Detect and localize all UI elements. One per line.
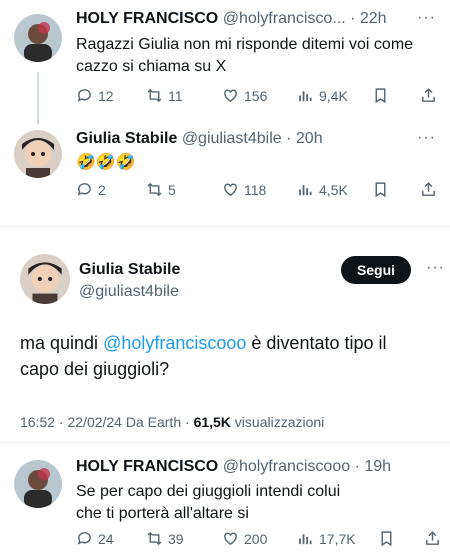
- more-options-icon[interactable]: ···: [426, 259, 445, 277]
- reply-icon: [77, 183, 91, 196]
- tweet-text-part: ma quindi: [20, 333, 104, 353]
- bookmark-button[interactable]: [372, 87, 389, 104]
- reply-button[interactable]: 12: [76, 87, 114, 104]
- reply-count: 2: [98, 181, 106, 198]
- share-icon: [422, 88, 435, 102]
- bookmark-button[interactable]: [378, 530, 395, 547]
- reply-icon: [77, 532, 91, 545]
- views-button[interactable]: 17,7K: [297, 530, 356, 547]
- like-count: 118: [244, 181, 267, 198]
- bookmark-button[interactable]: [372, 181, 389, 198]
- retweet-count: 39: [168, 530, 184, 547]
- like-button[interactable]: 200: [222, 530, 267, 547]
- tweet-header: Giulia Stabile @giuliast4bile · 20h: [76, 130, 323, 148]
- retweet-button[interactable]: 5: [146, 181, 176, 198]
- mention-link[interactable]: @holyfranciscooo: [103, 333, 246, 353]
- main-tweet-text: ma quindi @holyfranciscooo è diventato t…: [20, 330, 430, 382]
- avatar-giulia-stabile[interactable]: [14, 130, 62, 178]
- bookmark-icon: [375, 182, 386, 198]
- views-total: 61,5K: [193, 414, 231, 430]
- views-count: 9,4K: [319, 87, 348, 104]
- views-count: 17,7K: [319, 530, 356, 547]
- tweet-time[interactable]: · 19h: [355, 458, 391, 475]
- views-label: visualizzazioni: [230, 414, 325, 430]
- more-options-icon[interactable]: ···: [417, 9, 436, 27]
- avatar-giulia-stabile-main[interactable]: [20, 254, 70, 304]
- bookmark-icon: [375, 88, 386, 104]
- tweet-header: HOLY FRANCISCO @holyfrancisco... · 22h: [76, 10, 387, 28]
- divider: [0, 226, 450, 227]
- like-count: 200: [244, 530, 268, 547]
- divider: [0, 442, 450, 443]
- views-icon: [299, 185, 312, 196]
- user-handle[interactable]: @holyfranciscooo: [223, 458, 350, 475]
- share-button[interactable]: [420, 181, 437, 198]
- retweet-icon: [147, 88, 162, 103]
- like-button[interactable]: 118: [222, 181, 266, 198]
- tweet-meta: 16:52 · 22/02/24 Da Earth · 61,5K visual…: [20, 414, 324, 430]
- avatar-holy-francisco[interactable]: [14, 14, 62, 62]
- user-handle[interactable]: @giuliast4bile: [182, 130, 282, 147]
- bookmark-icon: [381, 531, 392, 547]
- reply-count: 24: [98, 530, 114, 547]
- retweet-button[interactable]: 11: [146, 87, 183, 104]
- tweet-text: Se per capo dei giuggioli intendi colui …: [76, 483, 341, 522]
- retweet-icon: [147, 531, 162, 546]
- views-button[interactable]: 9,4K: [297, 87, 348, 104]
- like-count: 156: [244, 87, 268, 104]
- heart-icon: [224, 89, 237, 103]
- views-button[interactable]: 4,5K: [297, 181, 348, 198]
- user-handle[interactable]: @giuliast4bile: [79, 281, 180, 303]
- user-handle[interactable]: @holyfrancisco...: [223, 10, 346, 27]
- tweet-time[interactable]: · 22h: [350, 10, 386, 27]
- views-count: 4,5K: [319, 181, 348, 198]
- timestamp-source[interactable]: 16:52 · 22/02/24 Da Earth ·: [20, 414, 194, 430]
- share-icon: [426, 531, 439, 545]
- retweet-icon: [147, 182, 162, 197]
- reply-count: 12: [98, 87, 114, 104]
- retweet-count: 5: [168, 181, 176, 198]
- tweet-text: 🤣🤣🤣: [76, 154, 136, 171]
- retweet-button[interactable]: 39: [146, 530, 184, 547]
- tweet-time[interactable]: · 20h: [286, 130, 322, 147]
- share-button[interactable]: [420, 87, 437, 104]
- tweet-header: HOLY FRANCISCO @holyfranciscooo · 19h: [76, 458, 391, 476]
- display-name[interactable]: Giulia Stabile: [79, 259, 180, 281]
- reply-button[interactable]: 24: [76, 530, 114, 547]
- main-tweet-header: Giulia Stabile @giuliast4bile: [79, 259, 180, 303]
- retweet-count: 11: [168, 87, 183, 104]
- share-button[interactable]: [424, 530, 441, 547]
- tweet-text: Ragazzi Giulia non mi risponde ditemi vo…: [76, 36, 414, 75]
- tweet-actions: 24 39 200 17,7K: [0, 530, 450, 552]
- heart-icon: [224, 532, 237, 546]
- avatar-holy-francisco-reply[interactable]: [14, 460, 62, 508]
- tweet-actions: 12 11 156 9,4K: [0, 87, 450, 109]
- display-name[interactable]: Giulia Stabile: [76, 130, 177, 147]
- display-name[interactable]: HOLY FRANCISCO: [76, 10, 218, 27]
- share-icon: [422, 182, 435, 196]
- more-options-icon[interactable]: ···: [417, 129, 436, 147]
- like-button[interactable]: 156: [222, 87, 267, 104]
- views-icon: [299, 534, 312, 545]
- tweet-actions: 2 5 118 4,5K: [0, 181, 450, 203]
- heart-icon: [224, 183, 237, 197]
- follow-button[interactable]: Segui: [341, 256, 411, 284]
- views-icon: [299, 91, 312, 102]
- reply-button[interactable]: 2: [76, 181, 106, 198]
- reply-icon: [77, 89, 91, 102]
- display-name[interactable]: HOLY FRANCISCO: [76, 458, 218, 475]
